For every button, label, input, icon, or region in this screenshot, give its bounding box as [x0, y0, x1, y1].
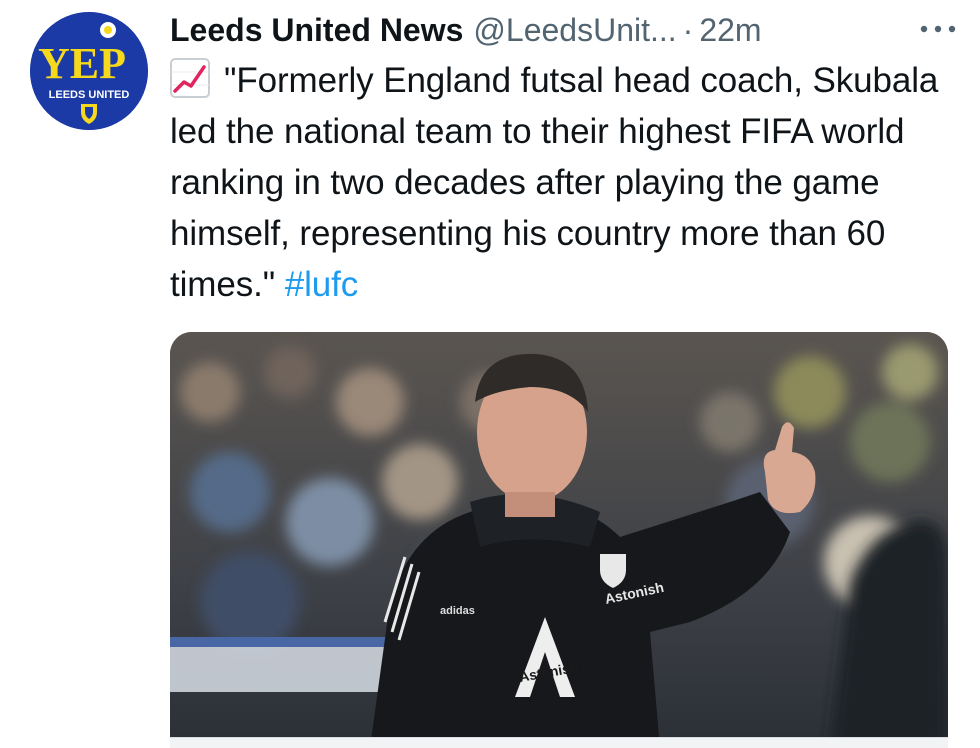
tweet-media-image[interactable]: Astonish Astonish adidas [170, 332, 948, 748]
avatar-logo-text: YEP [38, 39, 126, 88]
tweet-body: Leeds United News @LeedsUnit... · 22m "F… [170, 4, 960, 310]
media-bottom-edge [170, 737, 948, 748]
separator-dot: · [682, 12, 694, 48]
account-handle[interactable]: @LeedsUnit... [473, 4, 676, 56]
tweet-text: "Formerly England futsal head coach, Sku… [170, 55, 960, 310]
avatar-subtitle: LEEDS UNITED [49, 89, 130, 101]
more-icon[interactable] [916, 14, 960, 44]
tweet-card[interactable]: YEP LEEDS UNITED Leeds United News @Leed… [0, 0, 980, 748]
hashtag-link[interactable]: #lufc [285, 265, 359, 304]
kit-brand: adidas [440, 605, 475, 617]
chart-increasing-icon [170, 58, 210, 98]
tweet-timestamp[interactable]: 22m [699, 4, 761, 56]
tweet-header: Leeds United News @LeedsUnit... · 22m [170, 4, 960, 56]
account-name[interactable]: Leeds United News [170, 4, 463, 56]
avatar[interactable]: YEP LEEDS UNITED [30, 12, 148, 130]
